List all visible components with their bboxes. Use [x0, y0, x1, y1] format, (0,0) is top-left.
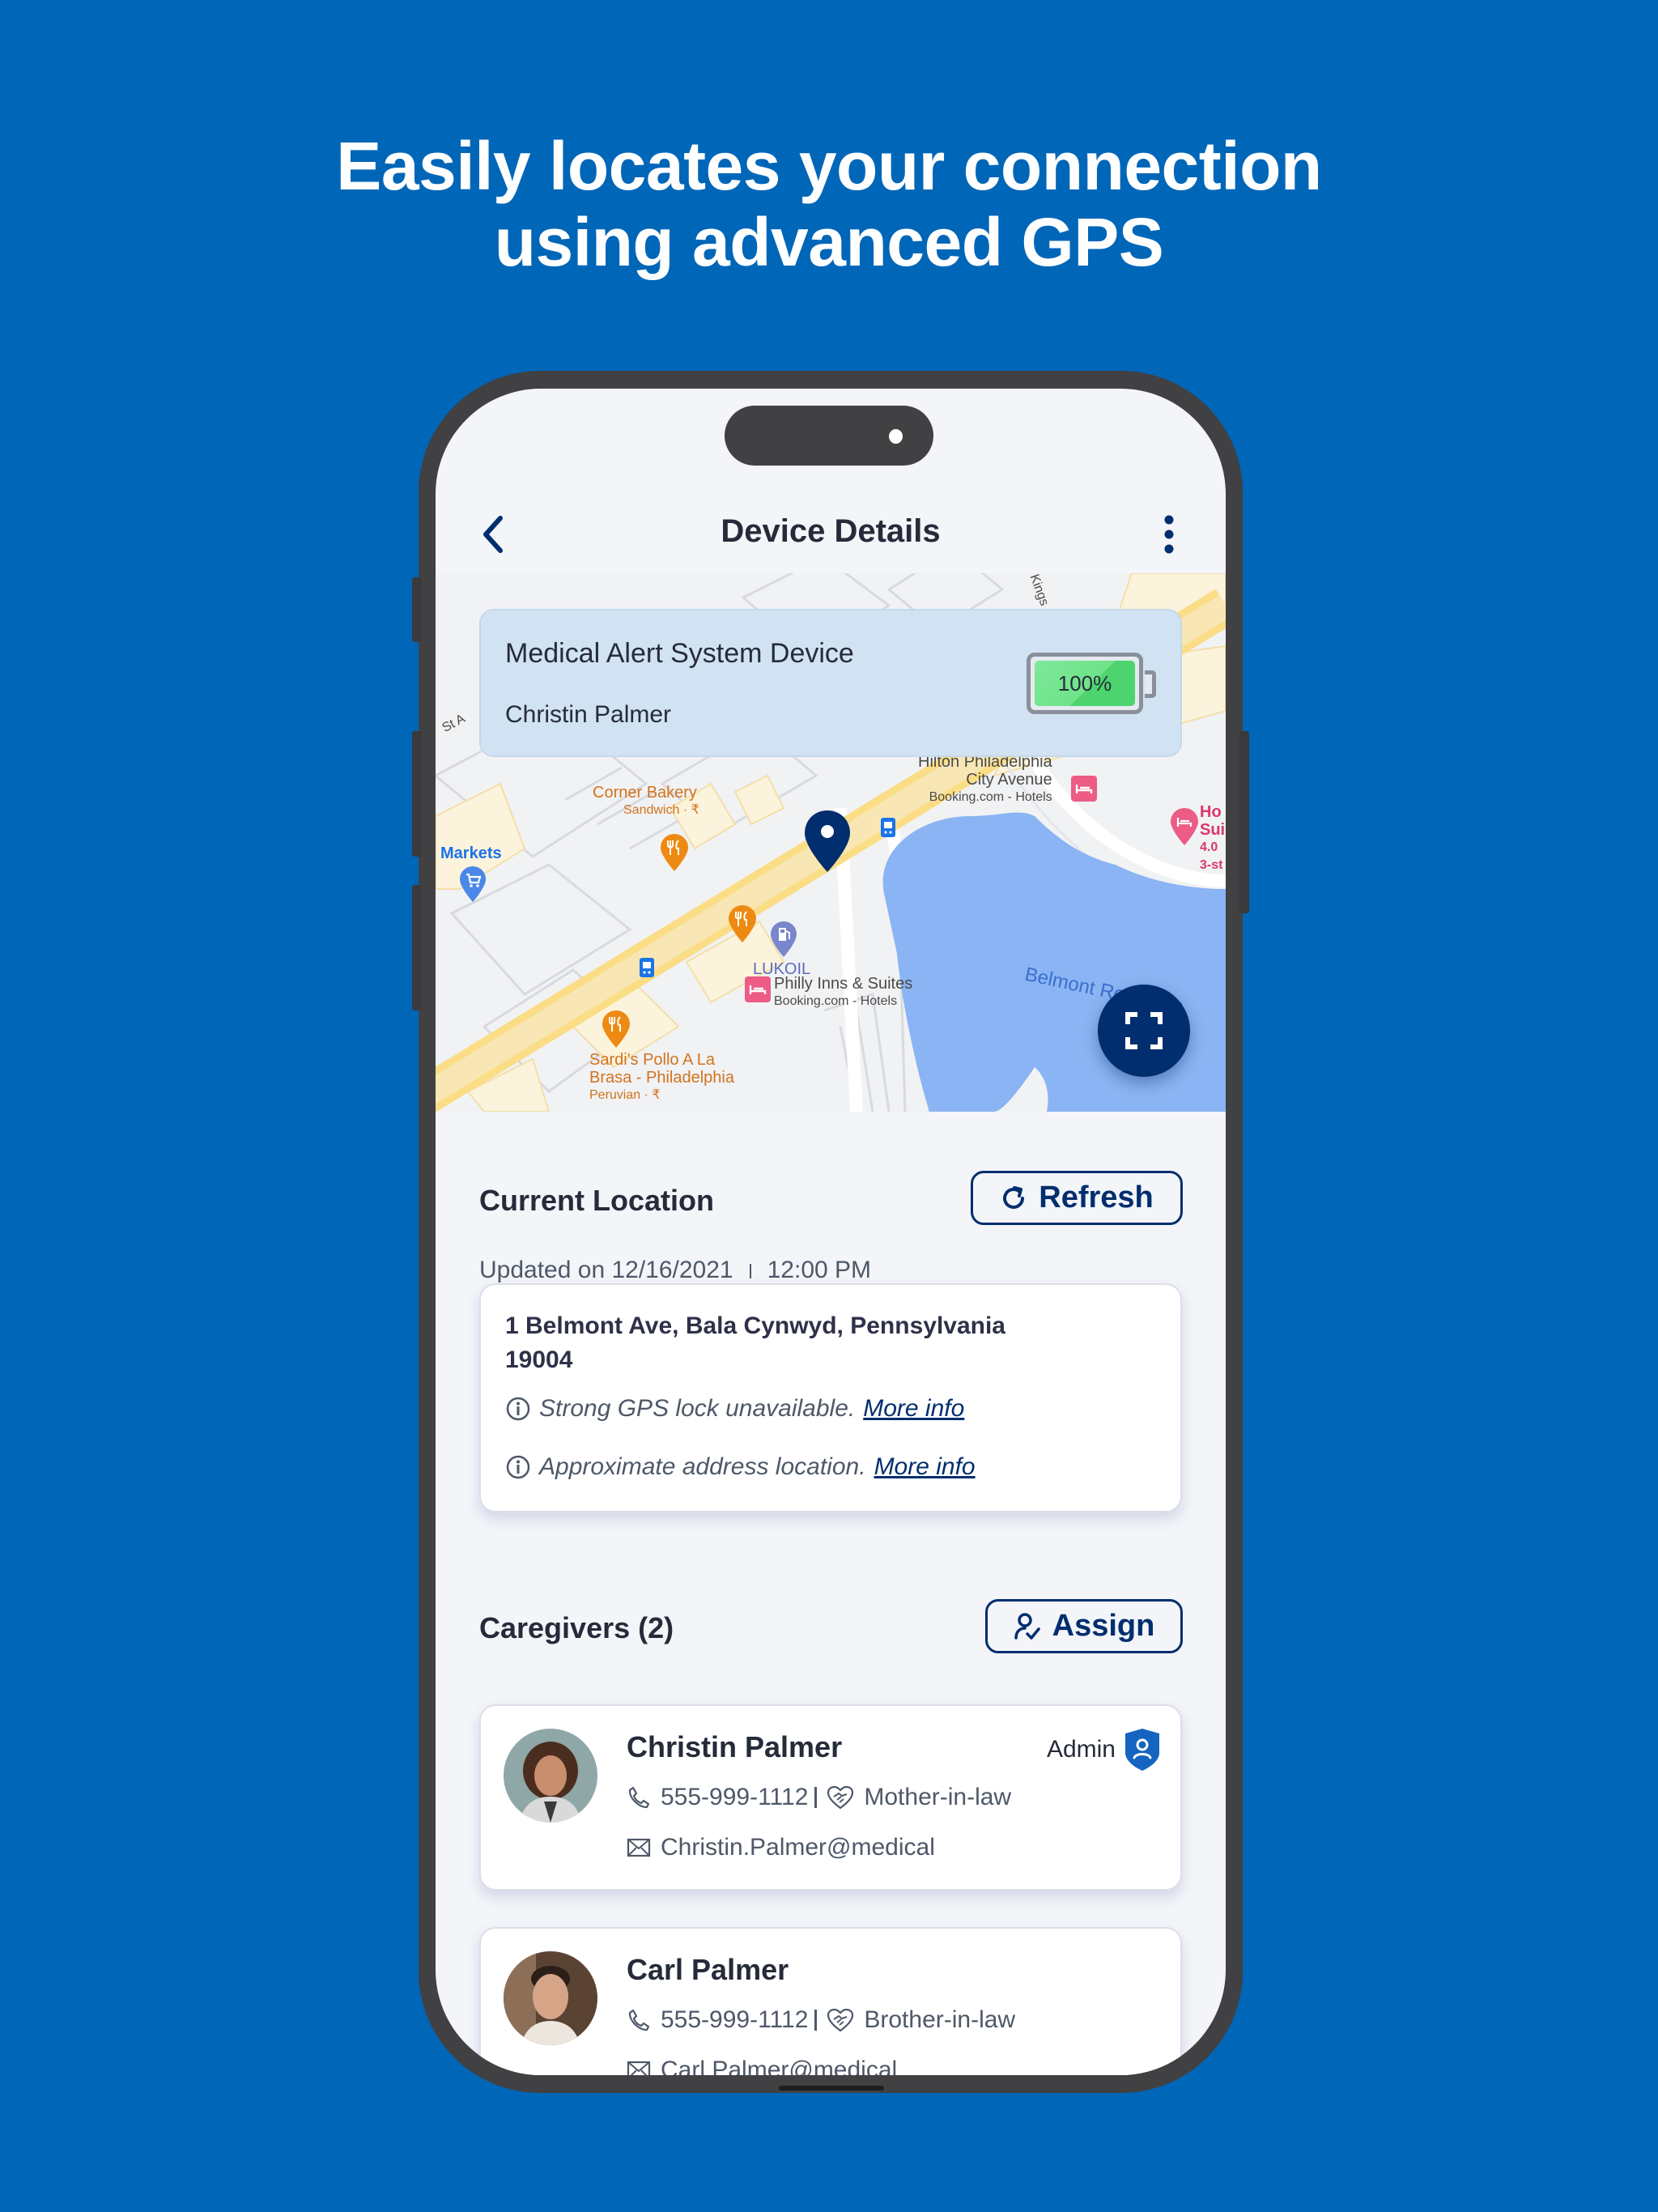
- expand-icon: [1125, 1012, 1163, 1049]
- separator: [814, 1787, 818, 1808]
- current-location-title: Current Location: [479, 1184, 715, 1217]
- camera-dot: [889, 429, 903, 444]
- caregiver-email[interactable]: Christin.Palmer@medical: [661, 1834, 935, 1861]
- admin-shield-icon: [1125, 1729, 1159, 1771]
- restaurant-pin-icon[interactable]: [602, 1010, 630, 1048]
- info-icon: [506, 1397, 530, 1421]
- caregiver-email[interactable]: Carl.Palmer@medical: [661, 2057, 897, 2075]
- address-text: 1 Belmont Ave, Bala Cynwyd, Pennsylvania…: [505, 1312, 1005, 1373]
- fullscreen-button[interactable]: [1098, 985, 1190, 1077]
- phone-icon: [628, 1786, 650, 1809]
- assign-user-icon: [1014, 1612, 1040, 1640]
- refresh-icon: [1003, 1185, 1025, 1209]
- phone-volume-down-button: [412, 885, 422, 1010]
- bus-stop-icon[interactable]: [881, 818, 895, 837]
- map-label-hotel-right: Ho Sui 4.0 3-st: [1200, 803, 1226, 872]
- more-info-link[interactable]: More info: [874, 1453, 976, 1481]
- info-icon: [506, 1455, 530, 1479]
- role-label: Admin: [1046, 1736, 1116, 1763]
- device-info-card[interactable]: Medical Alert System Device Christin Pal…: [479, 609, 1182, 757]
- avatar: [504, 1951, 597, 2045]
- caregiver-relation: Brother-in-law: [864, 2006, 1016, 2033]
- caregiver-card[interactable]: Christin Palmer Admin 555-999-1112 Mothe…: [479, 1704, 1182, 1891]
- caregiver-phone[interactable]: 555-999-1112: [661, 1784, 808, 1811]
- avatar-photo: [504, 1729, 597, 1823]
- device-name: Medical Alert System Device: [505, 638, 854, 669]
- heart-handshake-icon: [827, 1785, 854, 1810]
- map-label-hilton: Hilton Philadelphia City Avenue Booking.co…: [918, 753, 1052, 804]
- separator: [814, 2010, 818, 2031]
- mail-icon: [627, 2061, 651, 2075]
- approximate-location-note: Approximate address location. More info: [505, 1453, 976, 1481]
- avatar-photo: [504, 1951, 597, 2045]
- map-label-sardis: Sardi's Pollo A La Brasa - Philadelphia Pe…: [589, 1051, 734, 1102]
- device-owner: Christin Palmer: [505, 701, 672, 728]
- phone-volume-up-button: [412, 731, 422, 857]
- dynamic-island: [725, 406, 933, 466]
- headline-line-1: Easily locates your connection: [336, 128, 1322, 204]
- caregiver-email-line: Christin.Palmer@medical: [627, 1834, 935, 1861]
- avatar: [504, 1729, 597, 1823]
- hotel-pin-icon[interactable]: [1171, 808, 1198, 845]
- gas-station-pin-icon[interactable]: [771, 921, 797, 957]
- phone-action-button: [412, 577, 422, 642]
- phone-frame: Device Details St A Kings Markets Corner…: [412, 371, 1249, 2093]
- caregivers-title: Caregivers (2): [479, 1611, 674, 1644]
- gps-lock-note: Strong GPS lock unavailable. More info: [505, 1395, 964, 1423]
- updated-timestamp: Updated on 12/16/2021 12:00 PM: [479, 1257, 872, 1283]
- assign-label: Assign: [1052, 1609, 1155, 1643]
- admin-badge: Admin: [1047, 1729, 1159, 1771]
- location-map[interactable]: St A Kings Markets Corner Bakery Sandwich…: [436, 573, 1226, 1112]
- restaurant-pin-icon[interactable]: [661, 834, 688, 871]
- more-vertical-icon: [1164, 515, 1174, 554]
- headline: Easily locates your connection using adv…: [0, 128, 1658, 280]
- refresh-label: Refresh: [1039, 1180, 1154, 1214]
- hotel-icon[interactable]: [1071, 776, 1097, 802]
- map-label-corner-bakery: Corner Bakery Sandwich · ₹: [593, 784, 699, 817]
- caregiver-email-line: Carl.Palmer@medical: [627, 2057, 897, 2075]
- caregiver-contact-line: 555-999-1112 Brother-in-law: [627, 2006, 1015, 2034]
- phone-power-button: [1239, 731, 1249, 913]
- mail-icon: [627, 1838, 651, 1857]
- caregiver-name: Christin Palmer: [627, 1730, 843, 1763]
- hotel-icon[interactable]: [745, 976, 771, 1002]
- separator: [749, 1264, 751, 1279]
- heart-handshake-icon: [827, 2008, 854, 2032]
- location-pin-icon[interactable]: [805, 810, 850, 872]
- headline-line-2: using advanced GPS: [494, 204, 1164, 280]
- battery-tip: [1145, 670, 1156, 698]
- caregiver-card[interactable]: Carl Palmer 555-999-1112 Brother-in-law …: [479, 1927, 1182, 2075]
- caregiver-contact-line: 555-999-1112 Mother-in-law: [627, 1784, 1011, 1811]
- phone-screen: Device Details St A Kings Markets Corner…: [436, 389, 1226, 2075]
- refresh-button[interactable]: Refresh: [971, 1171, 1183, 1225]
- page-title: Device Details: [721, 513, 941, 549]
- battery-percent: 100%: [1057, 670, 1112, 696]
- caregiver-phone[interactable]: 555-999-1112: [661, 2006, 808, 2034]
- bus-stop-icon[interactable]: [640, 958, 654, 977]
- address-card: 1 Belmont Ave, Bala Cynwyd, Pennsylvania…: [479, 1283, 1182, 1512]
- more-options-button[interactable]: [1153, 510, 1185, 559]
- phone-icon: [628, 2009, 650, 2031]
- more-info-link[interactable]: More info: [863, 1395, 964, 1423]
- map-label-markets: Markets: [440, 844, 502, 862]
- app-header: Device Details: [436, 494, 1226, 575]
- home-indicator: [779, 2086, 884, 2091]
- map-label-philly-inns: Philly Inns & Suites Booking.com - Hotels: [774, 975, 913, 1008]
- caregiver-relation: Mother-in-law: [864, 1784, 1012, 1810]
- shopping-cart-pin-icon[interactable]: [460, 866, 486, 902]
- restaurant-pin-icon[interactable]: [729, 905, 756, 942]
- caregiver-name: Carl Palmer: [627, 1953, 789, 1986]
- assign-button[interactable]: Assign: [985, 1599, 1183, 1653]
- battery-indicator: 100%: [1027, 653, 1156, 714]
